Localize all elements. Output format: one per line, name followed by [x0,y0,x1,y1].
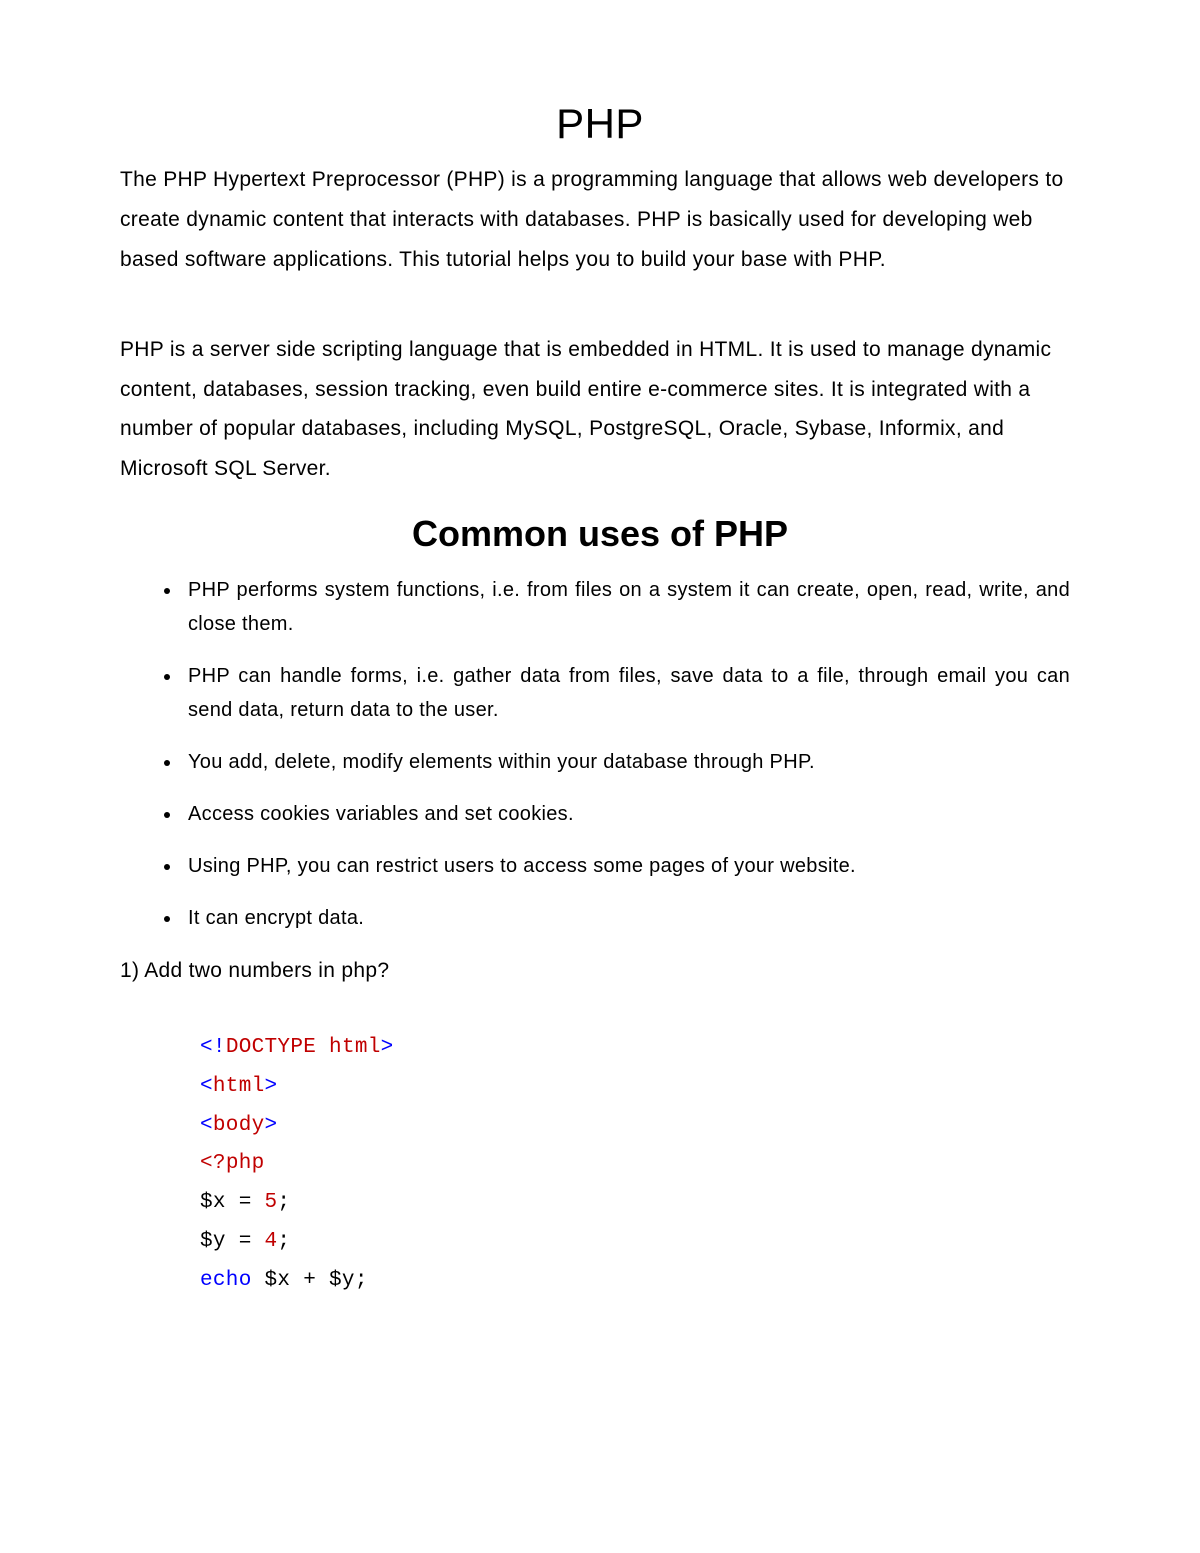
code-token: <! [200,1036,226,1059]
code-line: <!DOCTYPE html> [200,1029,1080,1068]
code-token: $x + $y; [252,1269,368,1292]
code-line: <?php [200,1145,1080,1184]
code-token: ; [277,1191,290,1214]
second-paragraph: PHP is a server side scripting language … [120,330,1080,490]
code-token: html [213,1075,265,1098]
page-title: PHP [120,100,1080,148]
code-line: <html> [200,1068,1080,1107]
uses-list: PHP performs system functions, i.e. from… [182,573,1080,935]
list-item: You add, delete, modify elements within … [182,745,1070,779]
code-block: <!DOCTYPE html> <html> <body> <?php $x =… [200,1029,1080,1301]
code-token: < [200,1114,213,1137]
code-token: > [381,1036,394,1059]
list-item: Using PHP, you can restrict users to acc… [182,849,1070,883]
code-token: 4 [265,1230,278,1253]
code-line: echo $x + $y; [200,1262,1080,1301]
code-token: > [265,1114,278,1137]
list-item: It can encrypt data. [182,901,1070,935]
code-token: html [316,1036,381,1059]
list-item: Access cookies variables and set cookies… [182,797,1070,831]
list-item: PHP performs system functions, i.e. from… [182,573,1070,641]
code-token: $y = [200,1230,265,1253]
code-token: DOCTYPE [226,1036,316,1059]
code-token: <? [200,1152,226,1175]
section-heading: Common uses of PHP [120,513,1080,555]
list-item: PHP can handle forms, i.e. gather data f… [182,659,1070,727]
code-token: echo [200,1269,252,1292]
code-token: < [200,1075,213,1098]
code-line: $x = 5; [200,1184,1080,1223]
code-token: php [226,1152,265,1175]
code-token: ; [277,1230,290,1253]
question-text: 1) Add two numbers in php? [120,953,1080,989]
code-line: <body> [200,1107,1080,1146]
code-token: body [213,1114,265,1137]
code-line: $y = 4; [200,1223,1080,1262]
code-token: 5 [265,1191,278,1214]
code-token: $x = [200,1191,265,1214]
intro-paragraph: The PHP Hypertext Preprocessor (PHP) is … [120,160,1080,280]
code-token: > [265,1075,278,1098]
